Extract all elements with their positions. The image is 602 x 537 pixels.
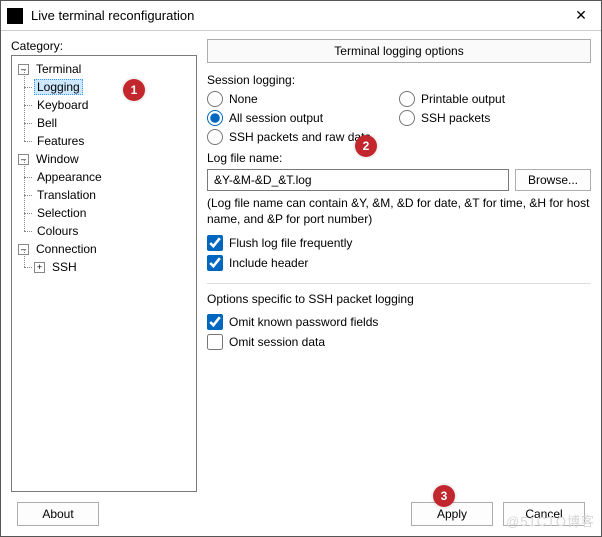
tree-node-appearance[interactable]: Appearance xyxy=(34,168,194,186)
check-header[interactable]: Include header xyxy=(207,255,591,271)
ssh-options: Omit known password fields Omit session … xyxy=(207,314,591,350)
logfile-input[interactable] xyxy=(207,169,509,191)
window-title: Live terminal reconfiguration xyxy=(31,8,565,23)
checkbox-label: Flush log file frequently xyxy=(229,236,352,250)
category-tree[interactable]: –Terminal Logging Keyboard Bell Features… xyxy=(11,55,197,492)
radio-label: Printable output xyxy=(421,92,505,106)
tree-label[interactable]: Appearance xyxy=(34,169,105,185)
checkbox-label: Include header xyxy=(229,256,308,270)
tree-label[interactable]: Connection xyxy=(33,241,100,257)
radio-input[interactable] xyxy=(207,129,223,145)
radio-none[interactable]: None xyxy=(207,91,399,107)
radio-ssh-raw[interactable]: SSH packets and raw data xyxy=(207,129,591,145)
session-logging-radios: None Printable output All session output… xyxy=(207,91,591,145)
checkbox-label: Omit known password fields xyxy=(229,315,378,329)
right-column: Terminal logging options Session logging… xyxy=(207,39,591,492)
tree-label[interactable]: Colours xyxy=(34,223,81,239)
tree-label[interactable]: Translation xyxy=(34,187,99,203)
logfile-label: Log file name: xyxy=(207,151,591,165)
left-column: Category: –Terminal Logging Keyboard Bel… xyxy=(11,39,197,492)
titlebar: Live terminal reconfiguration ✕ xyxy=(1,1,601,31)
checkbox-label: Omit session data xyxy=(229,335,325,349)
tree-label[interactable]: Window xyxy=(33,151,82,167)
tree-node-ssh[interactable]: + SSH xyxy=(34,258,194,276)
tree-label[interactable]: Bell xyxy=(34,115,60,131)
radio-input[interactable] xyxy=(399,91,415,107)
panel-title: Terminal logging options xyxy=(207,39,591,63)
about-button[interactable]: About xyxy=(17,502,99,526)
radio-input[interactable] xyxy=(399,110,415,126)
separator xyxy=(207,283,591,284)
logfile-hint: (Log file name can contain &Y, &M, &D fo… xyxy=(207,195,591,227)
radio-label: SSH packets and raw data xyxy=(229,130,371,144)
radio-label: None xyxy=(229,92,258,106)
check-omit-pw[interactable]: Omit known password fields xyxy=(207,314,591,330)
close-icon: ✕ xyxy=(575,7,587,24)
close-button[interactable]: ✕ xyxy=(565,3,597,29)
annotation-3: 3 xyxy=(433,485,455,507)
tree-label[interactable]: Terminal xyxy=(33,61,84,77)
tree-node-features[interactable]: Features xyxy=(34,132,194,150)
logfile-row: Browse... xyxy=(207,169,591,191)
radio-input[interactable] xyxy=(207,91,223,107)
tree-node-bell[interactable]: Bell xyxy=(34,114,194,132)
check-flush[interactable]: Flush log file frequently xyxy=(207,235,591,251)
session-logging-label: Session logging: xyxy=(207,73,591,87)
tree-node-selection[interactable]: Selection xyxy=(34,204,194,222)
tree-label[interactable]: Selection xyxy=(34,205,89,221)
log-options: Flush log file frequently Include header xyxy=(207,235,591,271)
checkbox-input[interactable] xyxy=(207,255,223,271)
checkbox-input[interactable] xyxy=(207,314,223,330)
annotation-1: 1 xyxy=(123,79,145,101)
content-area: Category: –Terminal Logging Keyboard Bel… xyxy=(1,31,601,492)
tree-label[interactable]: Logging xyxy=(34,79,83,95)
radio-all-output[interactable]: All session output xyxy=(207,110,399,126)
radio-printable[interactable]: Printable output xyxy=(399,91,591,107)
tree-label[interactable]: Features xyxy=(34,133,87,149)
radio-input[interactable] xyxy=(207,110,223,126)
tree-node-window[interactable]: –Window Appearance Translation Selection… xyxy=(18,150,194,240)
cancel-button[interactable]: Cancel xyxy=(503,502,585,526)
apply-button[interactable]: Apply xyxy=(411,502,493,526)
tree-label[interactable]: Keyboard xyxy=(34,97,91,113)
tree-node-keyboard[interactable]: Keyboard xyxy=(34,96,194,114)
tree-node-terminal[interactable]: –Terminal Logging Keyboard Bell Features xyxy=(18,60,194,150)
tree-node-connection[interactable]: –Connection +SSH xyxy=(18,240,194,276)
expand-icon[interactable]: + xyxy=(34,262,45,273)
checkbox-input[interactable] xyxy=(207,334,223,350)
radio-ssh-packets[interactable]: SSH packets xyxy=(399,110,591,126)
radio-label: All session output xyxy=(229,111,323,125)
app-icon xyxy=(7,8,23,24)
category-label: Category: xyxy=(11,39,197,53)
ssh-section-label: Options specific to SSH packet logging xyxy=(207,292,591,306)
tree-node-logging[interactable]: Logging xyxy=(34,78,194,96)
annotation-2: 2 xyxy=(355,135,377,157)
tree-node-colours[interactable]: Colours xyxy=(34,222,194,240)
tree-node-translation[interactable]: Translation xyxy=(34,186,194,204)
footer: About Apply Cancel xyxy=(1,492,601,536)
check-omit-session[interactable]: Omit session data xyxy=(207,334,591,350)
checkbox-input[interactable] xyxy=(207,235,223,251)
browse-button[interactable]: Browse... xyxy=(515,169,591,191)
tree-label[interactable]: SSH xyxy=(49,259,80,275)
radio-label: SSH packets xyxy=(421,111,490,125)
